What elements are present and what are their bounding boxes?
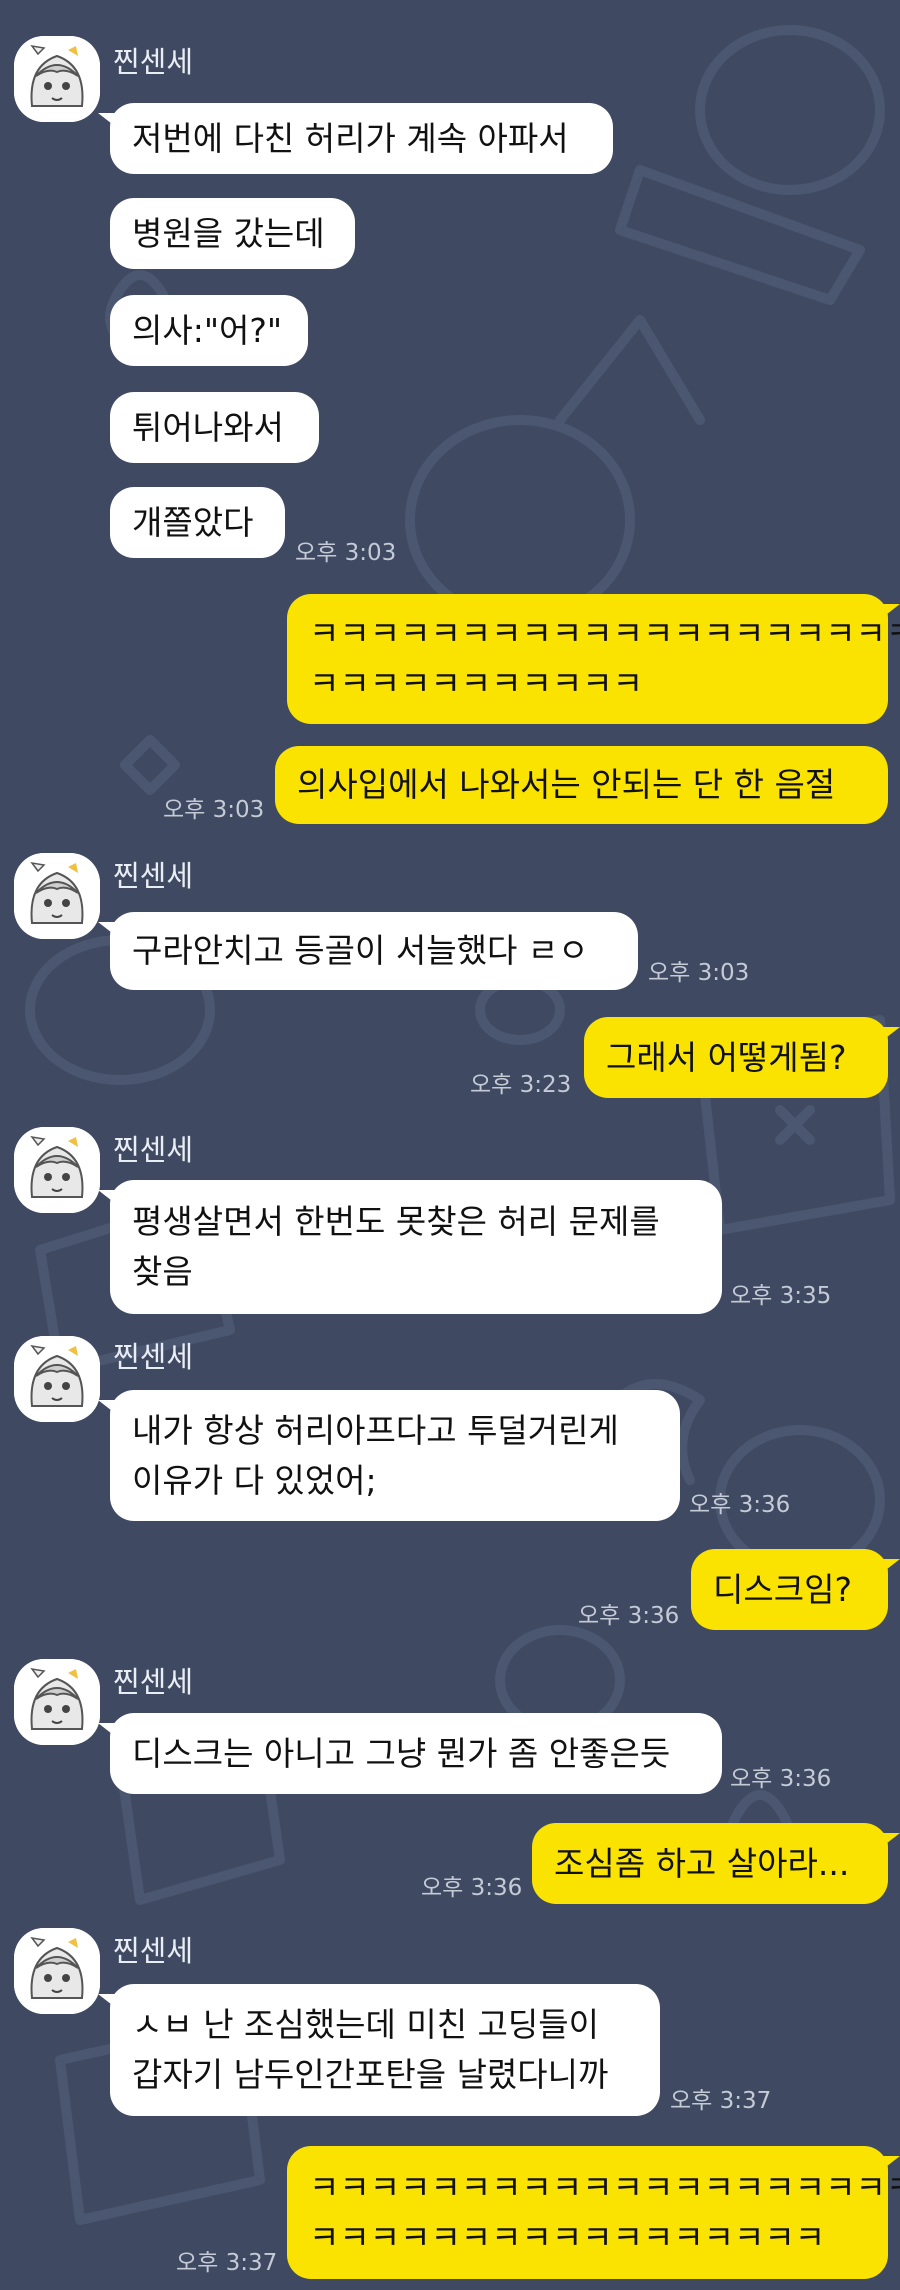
sender-name: 찐센세 <box>113 45 194 79</box>
message-time: 오후 3:35 <box>730 1283 832 1309</box>
message-text: 조심좀 하고 살아라... <box>554 1843 850 1883</box>
message-text: 의사:"어?" <box>132 310 283 350</box>
sender-avatar[interactable] <box>14 1336 100 1422</box>
message-bubble[interactable]: 구라안치고 등골이 서늘했다 ㄹㅇ <box>98 912 638 990</box>
message-bubble[interactable]: 내가 항상 허리아프다고 투덜거린게 이유가 다 있었어; <box>98 1390 680 1521</box>
sender-name: 찐센세 <box>113 859 194 893</box>
message-time: 오후 3:03 <box>163 797 265 823</box>
message-text: 개쫄았다 <box>132 502 254 542</box>
message-text: 디스크는 아니고 그냥 뭔가 좀 안좋은듯 <box>132 1733 671 1773</box>
message-text-line1: 내가 항상 허리아프다고 투덜거린게 <box>132 1410 619 1450</box>
message-bubble[interactable]: ㅋㅋㅋㅋㅋㅋㅋㅋㅋㅋㅋㅋㅋㅋㅋㅋㅋㅋㅋㅋ ㅋㅋㅋㅋㅋㅋㅋㅋㅋㅋㅋㅋㅋㅋㅋㅋㅋ <box>287 2146 900 2279</box>
message-bubble[interactable]: 병원을 갔는데 <box>110 198 355 269</box>
message-time: 오후 3:23 <box>470 1072 572 1098</box>
message-text-line2: 이유가 다 있었어; <box>132 1460 377 1500</box>
sender-avatar[interactable] <box>14 1659 100 1745</box>
message-text: 저번에 다친 허리가 계속 아파서 <box>132 118 569 158</box>
message-bubble[interactable]: 디스크는 아니고 그냥 뭔가 좀 안좋은듯 <box>98 1713 722 1794</box>
sender-name: 찐센세 <box>113 1133 194 1167</box>
message-bubble[interactable]: ㅅㅂ 난 조심했는데 미친 고딩들이 갑자기 남두인간포탄을 날렸다니까 <box>98 1984 660 2116</box>
sender-avatar[interactable] <box>14 1928 100 2014</box>
sender-name: 찐센세 <box>113 1934 194 1968</box>
anime-character-avatar-icon <box>14 1127 100 1213</box>
message-time: 오후 3:36 <box>689 1492 791 1518</box>
message-text-line2: 찾음 <box>132 1252 193 1291</box>
message-text-line1: ㅅㅂ 난 조심했는데 미친 고딩들이 <box>132 2005 599 2044</box>
message-bubble[interactable]: 그래서 어떻게됨? <box>584 1017 900 1098</box>
message-time: 오후 3:36 <box>421 1875 523 1901</box>
message-text-line1: 평생살면서 한번도 못찾은 허리 문제를 <box>132 1202 660 1241</box>
anime-character-avatar-icon <box>14 36 100 122</box>
sender-avatar[interactable] <box>14 36 100 122</box>
anime-character-avatar-icon <box>14 1928 100 2014</box>
message-bubble[interactable]: 의사:"어?" <box>110 295 308 366</box>
message-time: 오후 3:37 <box>176 2250 278 2276</box>
message-text-line2: ㅋㅋㅋㅋㅋㅋㅋㅋㅋㅋㅋ <box>309 664 643 703</box>
message-time: 오후 3:03 <box>648 960 750 986</box>
message-bubble[interactable]: 평생살면서 한번도 못찾은 허리 문제를 찾음 <box>98 1180 722 1314</box>
message-text-line1: ㅋㅋㅋㅋㅋㅋㅋㅋㅋㅋㅋㅋㅋㅋㅋㅋㅋㅋㅋㅋ <box>309 614 900 653</box>
message-bubble[interactable]: 의사입에서 나와서는 안되는 단 한 음절 <box>275 746 888 824</box>
message-time: 오후 3:37 <box>670 2088 772 2114</box>
message-time: 오후 3:36 <box>578 1603 680 1629</box>
message-text: 구라안치고 등골이 서늘했다 ㄹㅇ <box>132 931 589 970</box>
message-bubble[interactable]: 저번에 다친 허리가 계속 아파서 <box>98 103 613 174</box>
message-time: 오후 3:03 <box>295 540 397 566</box>
message-bubble[interactable]: 튀어나와서 <box>110 392 319 463</box>
message-text: 튀어나와서 <box>132 407 284 447</box>
message-text: 의사입에서 나와서는 안되는 단 한 음절 <box>297 765 836 804</box>
message-bubble[interactable]: 개쫄았다 <box>110 487 285 558</box>
message-text-line2: ㅋㅋㅋㅋㅋㅋㅋㅋㅋㅋㅋㅋㅋㅋㅋㅋㅋ <box>309 2217 826 2257</box>
message-text: 디스크임? <box>713 1569 852 1609</box>
message-time: 오후 3:36 <box>730 1766 832 1792</box>
anime-character-avatar-icon <box>14 853 100 939</box>
sender-avatar[interactable] <box>14 1127 100 1213</box>
anime-character-avatar-icon <box>14 1336 100 1422</box>
chat-room: 찐센세 저번에 다친 허리가 계속 아파서 병원을 갔는데 의사:"어?" 튀어… <box>0 0 900 2290</box>
message-bubble[interactable]: 조심좀 하고 살아라... <box>532 1823 900 1904</box>
message-text: 병원을 갔는데 <box>132 213 325 253</box>
sender-name: 찐센세 <box>113 1665 194 1699</box>
message-bubble[interactable]: ㅋㅋㅋㅋㅋㅋㅋㅋㅋㅋㅋㅋㅋㅋㅋㅋㅋㅋㅋㅋ ㅋㅋㅋㅋㅋㅋㅋㅋㅋㅋㅋ <box>287 594 900 724</box>
message-text-line2: 갑자기 남두인간포탄을 날렸다니까 <box>132 2055 609 2094</box>
sender-avatar[interactable] <box>14 853 100 939</box>
message-text-line1: ㅋㅋㅋㅋㅋㅋㅋㅋㅋㅋㅋㅋㅋㅋㅋㅋㅋㅋㅋㅋ <box>309 2167 900 2207</box>
message-text: 그래서 어떻게됨? <box>606 1037 847 1077</box>
sender-name: 찐센세 <box>113 1340 194 1374</box>
anime-character-avatar-icon <box>14 1659 100 1745</box>
message-bubble[interactable]: 디스크임? <box>691 1549 900 1630</box>
